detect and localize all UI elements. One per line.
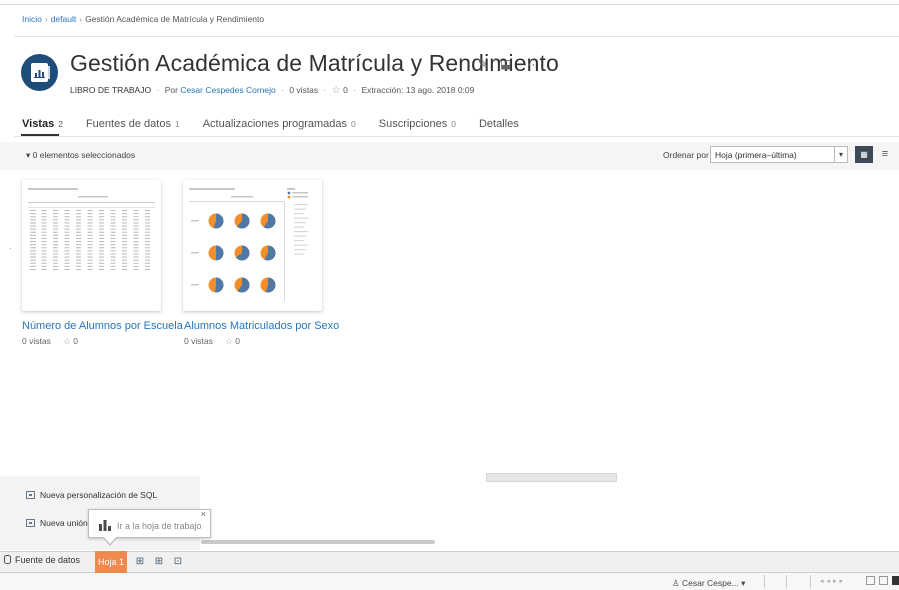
workbook-icon <box>21 54 58 91</box>
chevron-down-icon[interactable]: ▾ <box>834 146 848 163</box>
favorite-star-icon[interactable]: ☆ <box>63 336 71 346</box>
go-to-worksheet-tooltip[interactable]: Ir a la hoja de trabajo × <box>88 509 211 538</box>
status-divider <box>764 575 765 588</box>
favorite-star-icon[interactable]: ☆ <box>225 336 233 346</box>
breadcrumb-current: Gestión Académica de Matrícula y Rendimi… <box>85 14 265 24</box>
tooltip-pointer-fill <box>103 536 117 544</box>
view-views-count: 0 vistas <box>22 336 51 346</box>
top-divider <box>0 4 899 5</box>
tab-fuentes-de-datos[interactable]: Fuentes de datos 1 <box>86 118 180 130</box>
status-divider <box>810 575 811 588</box>
table-add-icon <box>26 491 35 499</box>
more-actions-icon[interactable]: ··· <box>523 57 535 71</box>
user-name: Cesar Cespe... <box>682 578 739 588</box>
bar-chart-icon <box>99 520 111 531</box>
filmstrip-mode-icon[interactable] <box>879 576 888 585</box>
close-icon[interactable]: × <box>201 509 206 519</box>
workbook-type: LIBRO DE TRABAJO <box>70 85 152 95</box>
view-meta-sexo: 0 vistas ☆ 0 <box>184 336 240 347</box>
new-story-icon[interactable]: ⊡ <box>172 556 184 567</box>
view-views-count: 0 vistas <box>184 336 213 346</box>
database-icon <box>4 555 11 564</box>
author-prefix: Por <box>164 85 178 95</box>
sort-label: Ordenar por <box>663 150 709 160</box>
workbook-actions: ✎ ⬓ ··· <box>478 57 535 71</box>
content-tabs: Vistas 2 Fuentes de datos 1 Actualizacione… <box>22 118 542 130</box>
new-custom-sql-item[interactable]: Nueva personalización de SQL <box>26 490 157 500</box>
view-title-sexo[interactable]: Alumnos Matriculados por Sexo <box>184 320 339 332</box>
gutter-marker: · <box>9 244 12 253</box>
view-mode-icons <box>866 576 899 585</box>
breadcrumb-home[interactable]: Inicio <box>22 14 42 24</box>
new-worksheet-icon[interactable]: ⊞ <box>134 556 146 567</box>
header-divider <box>14 36 899 37</box>
selection-dropdown[interactable]: ▾ 0 elementos seleccionados <box>26 150 135 161</box>
tab-detalles[interactable]: Detalles <box>479 118 519 130</box>
tab-suscripciones[interactable]: Suscripciones 0 <box>379 118 456 130</box>
grid-mode-icon[interactable] <box>866 576 875 585</box>
favorite-star-icon[interactable]: ☆ <box>332 85 341 96</box>
view-meta-escuela: 0 vistas ☆ 0 <box>22 336 78 347</box>
tab-actualizaciones-programadas[interactable]: Actualizaciones programadas 0 <box>203 118 356 130</box>
new-dashboard-icon[interactable]: ⊞ <box>153 556 165 567</box>
table-add-icon <box>26 519 35 527</box>
grid-view-icon[interactable]: ▦ <box>855 146 873 163</box>
edit-icon[interactable]: ✎ <box>478 57 488 71</box>
status-divider <box>786 575 787 588</box>
tableau-workbook-page: Inicio › default › Gestión Académica de Matr… <box>0 0 899 590</box>
user-icon: ♙ <box>672 578 680 588</box>
horizontal-scrollbar[interactable] <box>486 473 617 482</box>
tabs-mode-icon[interactable] <box>892 576 899 585</box>
workbook-meta: LIBRO DE TRABAJO · Por Cesar Cespedes Co… <box>70 85 475 96</box>
panel-scrollbar[interactable] <box>201 540 435 544</box>
view-thumbnail-sexo[interactable] <box>183 180 322 311</box>
subscribe-icon[interactable]: ⬓ <box>500 57 511 71</box>
breadcrumb-project[interactable]: default <box>51 14 77 24</box>
favorites-count: 0 <box>343 85 348 95</box>
view-favorites-count: 0 <box>73 336 78 346</box>
sheet-tab-hoja1[interactable]: Hoja 1 <box>95 551 127 573</box>
chevron-down-icon: ▾ <box>741 578 746 588</box>
view-title-escuela[interactable]: Número de Alumnos por Escuela <box>22 320 183 332</box>
tabs-divider <box>14 136 899 137</box>
new-union-item[interactable]: Nueva unión <box>26 518 88 528</box>
views-count: 0 vistas <box>289 85 319 95</box>
data-source-tab-label: Fuente de datos <box>15 555 81 565</box>
new-custom-sql-label: Nueva personalización de SQL <box>40 490 158 500</box>
breadcrumb: Inicio › default › Gestión Académica de Matr… <box>22 14 264 24</box>
extract-info: Extracción: 13 ago. 2018 0:09 <box>361 85 475 95</box>
new-union-label: Nueva unión <box>40 518 88 528</box>
author-link[interactable]: Cesar Cespedes Cornejo <box>180 85 275 95</box>
sort-select[interactable]: Hoja (primera–última) <box>710 146 839 163</box>
user-menu[interactable]: ♙ Cesar Cespe... ▾ <box>672 578 745 589</box>
data-source-tab[interactable]: Fuente de datos <box>4 555 80 565</box>
table-thumbnail <box>28 188 155 270</box>
breadcrumb-separator: › <box>44 14 48 24</box>
list-view-icon[interactable]: ≡ <box>876 146 894 163</box>
view-thumbnail-escuela[interactable] <box>22 180 161 311</box>
pie-grid-thumbnail <box>189 188 308 301</box>
tab-vistas[interactable]: Vistas 2 <box>22 118 63 130</box>
tooltip-text: Ir a la hoja de trabajo <box>117 521 202 531</box>
sheet-navigation-buttons[interactable]: ◂◂▸▸ <box>820 577 846 585</box>
breadcrumb-separator: › <box>79 14 83 24</box>
view-favorites-count: 0 <box>235 336 240 346</box>
